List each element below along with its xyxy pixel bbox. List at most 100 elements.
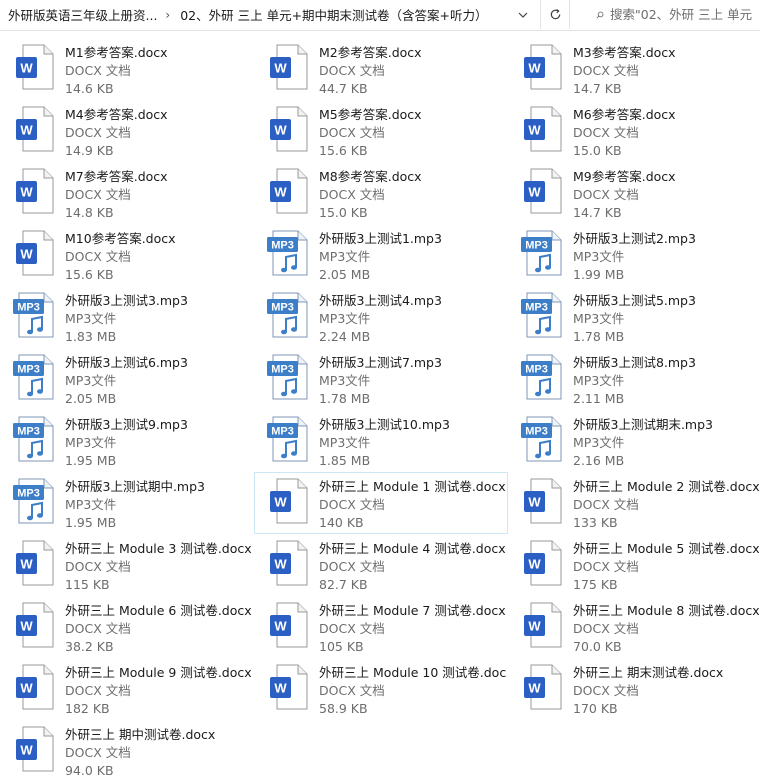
file-type: MP3文件 — [65, 435, 117, 450]
file-item[interactable]: MP3 外研版3上测试2.mp3 MP3文件 1.99 MB — [508, 224, 760, 286]
word-document-icon: W — [11, 724, 59, 774]
svg-text:MP3: MP3 — [17, 488, 40, 500]
file-item[interactable]: W M4参考答案.docx DOCX 文档 14.9 KB — [0, 100, 254, 162]
svg-text:MP3: MP3 — [525, 302, 548, 314]
file-name: 外研版3上测试9.mp3 — [65, 417, 188, 432]
file-size: 1.99 MB — [573, 267, 625, 282]
history-dropdown-button[interactable] — [510, 0, 536, 29]
file-name: 外研版3上测试2.mp3 — [573, 231, 696, 246]
file-size: 15.0 KB — [573, 143, 622, 158]
file-item[interactable]: MP3 外研版3上测试期中.mp3 MP3文件 1.95 MB — [0, 472, 254, 534]
file-meta: 外研版3上测试3.mp3 MP3文件 1.83 MB — [65, 292, 253, 346]
file-item[interactable]: W 外研三上 Module 3 测试卷.docx DOCX 文档 115 KB — [0, 534, 254, 596]
file-type: MP3文件 — [573, 249, 625, 264]
file-size: 2.05 MB — [65, 391, 117, 406]
file-item[interactable]: W 外研三上 期中测试卷.docx DOCX 文档 94.0 KB — [0, 720, 254, 782]
file-meta: 外研版3上测试8.mp3 MP3文件 2.11 MB — [573, 354, 759, 408]
file-type: DOCX 文档 — [319, 497, 385, 512]
file-name: 外研三上 期末测试卷.docx — [573, 665, 724, 680]
mp3-file-icon: MP3 — [265, 290, 313, 340]
file-size: 1.85 MB — [319, 453, 371, 468]
file-size: 58.9 KB — [319, 701, 368, 716]
word-document-icon: W — [519, 600, 567, 650]
file-type: DOCX 文档 — [573, 559, 639, 574]
file-name: 外研版3上测试期中.mp3 — [65, 479, 205, 494]
file-item[interactable]: MP3 外研版3上测试9.mp3 MP3文件 1.95 MB — [0, 410, 254, 472]
file-item[interactable]: W M7参考答案.docx DOCX 文档 14.8 KB — [0, 162, 254, 224]
refresh-icon — [550, 9, 560, 20]
svg-text:MP3: MP3 — [271, 240, 294, 252]
file-item[interactable]: W 外研三上 期末测试卷.docx DOCX 文档 170 KB — [508, 658, 760, 720]
file-item[interactable]: W M10参考答案.docx DOCX 文档 15.6 KB — [0, 224, 254, 286]
file-type: DOCX 文档 — [65, 249, 131, 264]
file-type: MP3文件 — [65, 497, 117, 512]
file-type: MP3文件 — [319, 249, 371, 264]
file-meta: M7参考答案.docx DOCX 文档 14.8 KB — [65, 168, 253, 222]
file-item[interactable]: W 外研三上 Module 1 测试卷.docx DOCX 文档 140 KB — [254, 472, 508, 534]
file-type: DOCX 文档 — [573, 497, 639, 512]
word-document-icon: W — [519, 42, 567, 92]
svg-text:W: W — [20, 61, 33, 76]
file-item[interactable]: W 外研三上 Module 9 测试卷.docx DOCX 文档 182 KB — [0, 658, 254, 720]
breadcrumb[interactable]: 外研版英语三年级上册资... › 02、外研 三上 单元+期中期末测试卷（含答案… — [0, 0, 534, 29]
file-type: DOCX 文档 — [573, 63, 639, 78]
word-document-icon: W — [11, 104, 59, 154]
file-type: MP3文件 — [319, 435, 371, 450]
file-item[interactable]: W 外研三上 Module 4 测试卷.docx DOCX 文档 82.7 KB — [254, 534, 508, 596]
svg-text:MP3: MP3 — [17, 364, 40, 376]
file-item[interactable]: MP3 外研版3上测试期末.mp3 MP3文件 2.16 MB — [508, 410, 760, 472]
file-name: 外研三上 Module 7 测试卷.docx — [319, 603, 506, 618]
file-type: MP3文件 — [319, 373, 371, 388]
breadcrumb-separator-icon[interactable]: › — [161, 8, 176, 22]
refresh-button[interactable] — [540, 0, 570, 29]
file-item[interactable]: MP3 外研版3上测试5.mp3 MP3文件 1.78 MB — [508, 286, 760, 348]
file-type: MP3文件 — [65, 311, 117, 326]
file-type: DOCX 文档 — [65, 63, 131, 78]
file-meta: 外研三上 Module 5 测试卷.docx DOCX 文档 175 KB — [573, 540, 759, 594]
file-type: DOCX 文档 — [65, 559, 131, 574]
file-item[interactable]: W M2参考答案.docx DOCX 文档 44.7 KB — [254, 38, 508, 100]
file-item[interactable]: W M9参考答案.docx DOCX 文档 14.7 KB — [508, 162, 760, 224]
word-document-icon: W — [265, 166, 313, 216]
file-item[interactable]: MP3 外研版3上测试7.mp3 MP3文件 1.78 MB — [254, 348, 508, 410]
search-icon — [596, 11, 604, 18]
file-size: 175 KB — [573, 577, 618, 592]
svg-text:W: W — [528, 185, 541, 200]
svg-text:W: W — [274, 619, 287, 634]
search-box[interactable] — [586, 0, 760, 29]
word-document-icon: W — [265, 600, 313, 650]
file-item[interactable]: W M6参考答案.docx DOCX 文档 15.0 KB — [508, 100, 760, 162]
file-item[interactable]: W M8参考答案.docx DOCX 文档 15.0 KB — [254, 162, 508, 224]
file-item[interactable]: W 外研三上 Module 8 测试卷.docx DOCX 文档 70.0 KB — [508, 596, 760, 658]
word-document-icon: W — [11, 600, 59, 650]
file-item[interactable]: W 外研三上 Module 6 测试卷.docx DOCX 文档 38.2 KB — [0, 596, 254, 658]
file-meta: 外研三上 期中测试卷.docx DOCX 文档 94.0 KB — [65, 726, 253, 780]
file-item[interactable]: MP3 外研版3上测试4.mp3 MP3文件 2.24 MB — [254, 286, 508, 348]
file-item[interactable]: MP3 外研版3上测试8.mp3 MP3文件 2.11 MB — [508, 348, 760, 410]
word-document-icon: W — [11, 42, 59, 92]
file-type: DOCX 文档 — [319, 683, 385, 698]
file-item[interactable]: W M5参考答案.docx DOCX 文档 15.6 KB — [254, 100, 508, 162]
svg-text:MP3: MP3 — [17, 426, 40, 438]
svg-text:W: W — [528, 619, 541, 634]
file-item[interactable]: MP3 外研版3上测试1.mp3 MP3文件 2.05 MB — [254, 224, 508, 286]
file-name: 外研版3上测试8.mp3 — [573, 355, 696, 370]
search-input[interactable] — [604, 7, 760, 22]
word-document-icon: W — [11, 228, 59, 278]
file-name: M4参考答案.docx — [65, 107, 168, 122]
file-item[interactable]: W M3参考答案.docx DOCX 文档 14.7 KB — [508, 38, 760, 100]
breadcrumb-parent[interactable]: 外研版英语三年级上册资... — [0, 5, 161, 24]
file-type: DOCX 文档 — [573, 683, 639, 698]
file-item[interactable]: MP3 外研版3上测试6.mp3 MP3文件 2.05 MB — [0, 348, 254, 410]
file-item[interactable]: W 外研三上 Module 5 测试卷.docx DOCX 文档 175 KB — [508, 534, 760, 596]
file-item[interactable]: MP3 外研版3上测试10.mp3 MP3文件 1.85 MB — [254, 410, 508, 472]
file-item[interactable]: W M1参考答案.docx DOCX 文档 14.6 KB — [0, 38, 254, 100]
file-item[interactable]: MP3 外研版3上测试3.mp3 MP3文件 1.83 MB — [0, 286, 254, 348]
word-document-icon: W — [519, 662, 567, 712]
file-item[interactable]: W 外研三上 Module 7 测试卷.docx DOCX 文档 105 KB — [254, 596, 508, 658]
file-name: 外研版3上测试5.mp3 — [573, 293, 696, 308]
file-item[interactable]: W 外研三上 Module 10 测试卷.docx DOCX 文档 58.9 KB — [254, 658, 508, 720]
breadcrumb-current[interactable]: 02、外研 三上 单元+期中期末测试卷（含答案+听力） — [176, 5, 491, 24]
file-item[interactable]: W 外研三上 Module 2 测试卷.docx DOCX 文档 133 KB — [508, 472, 760, 534]
file-type: MP3文件 — [65, 373, 117, 388]
